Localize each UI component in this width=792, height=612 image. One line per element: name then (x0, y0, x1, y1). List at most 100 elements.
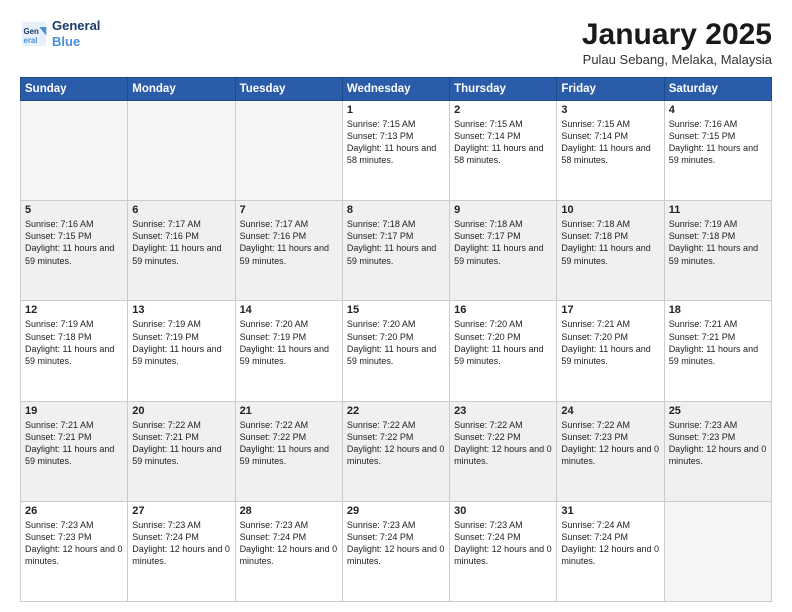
table-row: 14Sunrise: 7:20 AMSunset: 7:19 PMDayligh… (235, 301, 342, 401)
cell-info: Sunrise: 7:18 AMSunset: 7:17 PMDaylight:… (347, 218, 445, 267)
cell-info: Sunrise: 7:23 AMSunset: 7:23 PMDaylight:… (25, 519, 123, 568)
table-row (21, 101, 128, 201)
cell-info: Sunrise: 7:22 AMSunset: 7:22 PMDaylight:… (347, 419, 445, 468)
day-number: 3 (561, 104, 659, 116)
day-number: 23 (454, 405, 552, 417)
month-title: January 2025 (582, 18, 772, 52)
day-number: 22 (347, 405, 445, 417)
day-number: 28 (240, 505, 338, 517)
logo: Gen eral General Blue (20, 18, 100, 49)
table-row: 22 Sunrise: 7:22 AMSunset: 7:22 PMDayligh… (342, 401, 449, 501)
table-row: 13 Sunrise: 7:19 AMSunset: 7:19 PMDayligh… (128, 301, 235, 401)
table-row: 28 Sunrise: 7:23 AMSunset: 7:24 PMDayligh… (235, 501, 342, 601)
day-number: 9 (454, 204, 552, 216)
day-number: 25 (669, 405, 767, 417)
col-sunday: Sunday (21, 78, 128, 101)
day-number: 4 (669, 104, 767, 116)
col-saturday: Saturday (664, 78, 771, 101)
cell-info: Sunrise: 7:22 AMSunset: 7:23 PMDaylight:… (561, 419, 659, 468)
day-number: 5 (25, 204, 123, 216)
table-row: 11Sunrise: 7:19 AMSunset: 7:18 PMDayligh… (664, 201, 771, 301)
table-row: 16 Sunrise: 7:20 AMSunset: 7:20 PMDayligh… (450, 301, 557, 401)
day-number: 1 (347, 104, 445, 116)
cell-info: Sunrise: 7:23 AMSunset: 7:24 PMDaylight:… (347, 519, 445, 568)
cell-info: Sunrise: 7:21 AMSunset: 7:20 PMDaylight:… (561, 318, 659, 367)
calendar-body: 1 Sunrise: 7:15 AMSunset: 7:13 PMDaylight… (21, 101, 772, 602)
day-number: 27 (132, 505, 230, 517)
cell-info: Sunrise: 7:23 AMSunset: 7:24 PMDaylight:… (132, 519, 230, 568)
col-monday: Monday (128, 78, 235, 101)
cell-info: Sunrise: 7:20 AMSunset: 7:19 PMDaylight:… (240, 318, 338, 367)
cell-info: Sunrise: 7:23 AMSunset: 7:24 PMDaylight:… (240, 519, 338, 568)
table-row: 21 Sunrise: 7:22 AMSunset: 7:22 PMDayligh… (235, 401, 342, 501)
cell-info: Sunrise: 7:20 AMSunset: 7:20 PMDaylight:… (454, 318, 552, 367)
day-number: 17 (561, 304, 659, 316)
col-friday: Friday (557, 78, 664, 101)
calendar-week-row: 19 Sunrise: 7:21 AMSunset: 7:21 PMDayligh… (21, 401, 772, 501)
day-number: 13 (132, 304, 230, 316)
table-row: 12 Sunrise: 7:19 AMSunset: 7:18 PMDayligh… (21, 301, 128, 401)
table-row: 4 Sunrise: 7:16 AMSunset: 7:15 PMDaylight… (664, 101, 771, 201)
cell-info: Sunrise: 7:19 AMSunset: 7:19 PMDaylight:… (132, 318, 230, 367)
logo-icon: Gen eral (20, 20, 48, 48)
cell-info: Sunrise: 7:16 AMSunset: 7:15 PMDaylight:… (25, 218, 123, 267)
col-thursday: Thursday (450, 78, 557, 101)
table-row: 1 Sunrise: 7:15 AMSunset: 7:13 PMDaylight… (342, 101, 449, 201)
day-number: 30 (454, 505, 552, 517)
day-number: 19 (25, 405, 123, 417)
day-number: 18 (669, 304, 767, 316)
cell-info: Sunrise: 7:22 AMSunset: 7:22 PMDaylight:… (454, 419, 552, 468)
cell-info: Sunrise: 7:15 AMSunset: 7:13 PMDaylight:… (347, 118, 445, 167)
table-row: 2 Sunrise: 7:15 AMSunset: 7:14 PMDaylight… (450, 101, 557, 201)
cell-info: Sunrise: 7:15 AMSunset: 7:14 PMDaylight:… (454, 118, 552, 167)
table-row: 31Sunrise: 7:24 AMSunset: 7:24 PMDayligh… (557, 501, 664, 601)
day-number: 6 (132, 204, 230, 216)
calendar-week-row: 5 Sunrise: 7:16 AMSunset: 7:15 PMDaylight… (21, 201, 772, 301)
day-number: 29 (347, 505, 445, 517)
calendar-week-row: 1 Sunrise: 7:15 AMSunset: 7:13 PMDaylight… (21, 101, 772, 201)
cell-info: Sunrise: 7:20 AMSunset: 7:20 PMDaylight:… (347, 318, 445, 367)
calendar-week-row: 26Sunrise: 7:23 AMSunset: 7:23 PMDayligh… (21, 501, 772, 601)
day-number: 21 (240, 405, 338, 417)
day-number: 15 (347, 304, 445, 316)
cell-info: Sunrise: 7:17 AMSunset: 7:16 PMDaylight:… (132, 218, 230, 267)
cell-info: Sunrise: 7:22 AMSunset: 7:22 PMDaylight:… (240, 419, 338, 468)
location: Pulau Sebang, Melaka, Malaysia (582, 52, 772, 67)
table-row: 15 Sunrise: 7:20 AMSunset: 7:20 PMDayligh… (342, 301, 449, 401)
logo-line2: Blue (52, 34, 80, 49)
table-row: 25Sunrise: 7:23 AMSunset: 7:23 PMDayligh… (664, 401, 771, 501)
table-row: 27 Sunrise: 7:23 AMSunset: 7:24 PMDayligh… (128, 501, 235, 601)
table-row: 23 Sunrise: 7:22 AMSunset: 7:22 PMDayligh… (450, 401, 557, 501)
title-block: January 2025 Pulau Sebang, Melaka, Malay… (582, 18, 772, 67)
cell-info: Sunrise: 7:18 AMSunset: 7:17 PMDaylight:… (454, 218, 552, 267)
table-row: 9 Sunrise: 7:18 AMSunset: 7:17 PMDaylight… (450, 201, 557, 301)
table-row (235, 101, 342, 201)
cell-info: Sunrise: 7:17 AMSunset: 7:16 PMDaylight:… (240, 218, 338, 267)
day-number: 11 (669, 204, 767, 216)
cell-info: Sunrise: 7:15 AMSunset: 7:14 PMDaylight:… (561, 118, 659, 167)
page: Gen eral General Blue January 2025 Pulau… (0, 0, 792, 612)
cell-info: Sunrise: 7:21 AMSunset: 7:21 PMDaylight:… (25, 419, 123, 468)
table-row: 17 Sunrise: 7:21 AMSunset: 7:20 PMDayligh… (557, 301, 664, 401)
day-number: 20 (132, 405, 230, 417)
cell-info: Sunrise: 7:16 AMSunset: 7:15 PMDaylight:… (669, 118, 767, 167)
table-row: 6 Sunrise: 7:17 AMSunset: 7:16 PMDaylight… (128, 201, 235, 301)
cell-info: Sunrise: 7:22 AMSunset: 7:21 PMDaylight:… (132, 419, 230, 468)
table-row (664, 501, 771, 601)
table-row: 5 Sunrise: 7:16 AMSunset: 7:15 PMDaylight… (21, 201, 128, 301)
table-row: 24Sunrise: 7:22 AMSunset: 7:23 PMDayligh… (557, 401, 664, 501)
header: Gen eral General Blue January 2025 Pulau… (20, 18, 772, 67)
cell-info: Sunrise: 7:18 AMSunset: 7:18 PMDaylight:… (561, 218, 659, 267)
table-row: 30Sunrise: 7:23 AMSunset: 7:24 PMDayligh… (450, 501, 557, 601)
day-number: 2 (454, 104, 552, 116)
table-row: 7Sunrise: 7:17 AMSunset: 7:16 PMDaylight… (235, 201, 342, 301)
day-number: 12 (25, 304, 123, 316)
calendar-header-row: Sunday Monday Tuesday Wednesday Thursday… (21, 78, 772, 101)
cell-info: Sunrise: 7:19 AMSunset: 7:18 PMDaylight:… (25, 318, 123, 367)
table-row: 29 Sunrise: 7:23 AMSunset: 7:24 PMDayligh… (342, 501, 449, 601)
table-row: 19 Sunrise: 7:21 AMSunset: 7:21 PMDayligh… (21, 401, 128, 501)
day-number: 8 (347, 204, 445, 216)
table-row (128, 101, 235, 201)
day-number: 16 (454, 304, 552, 316)
calendar-week-row: 12 Sunrise: 7:19 AMSunset: 7:18 PMDayligh… (21, 301, 772, 401)
